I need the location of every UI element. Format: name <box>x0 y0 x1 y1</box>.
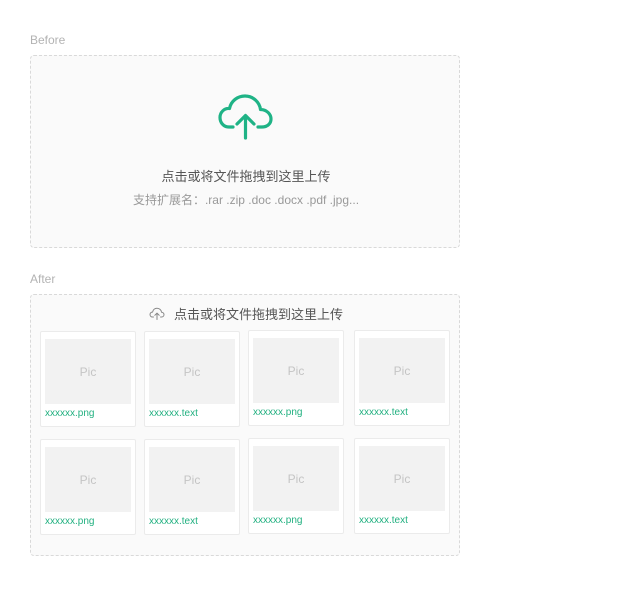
file-card[interactable]: Pic xxxxxx.png <box>248 438 344 534</box>
file-thumbnail: Pic <box>359 338 445 403</box>
upload-trigger[interactable]: 点击或将文件拖拽到这里上传 <box>31 304 461 323</box>
file-thumbnail: Pic <box>359 446 445 511</box>
after-section-label: After <box>30 272 56 286</box>
file-name: xxxxxx.png <box>253 407 303 418</box>
file-name: xxxxxx.text <box>149 516 198 527</box>
file-name: xxxxxx.png <box>45 516 95 527</box>
file-name: xxxxxx.png <box>45 408 95 419</box>
file-thumbnail: Pic <box>45 339 131 404</box>
file-thumbnail: Pic <box>253 338 339 403</box>
file-name: xxxxxx.text <box>359 407 408 418</box>
upload-prompt: 点击或将文件拖拽到这里上传 <box>161 169 331 184</box>
before-section-label: Before <box>30 33 66 47</box>
file-thumbnail: Pic <box>253 446 339 511</box>
supported-extensions-hint: 支持扩展名：.rar .zip .doc .docx .pdf .jpg... <box>132 193 360 207</box>
file-card[interactable]: Pic xxxxxx.text <box>144 331 240 427</box>
cloud-upload-icon <box>149 307 165 320</box>
file-name: xxxxxx.text <box>149 408 198 419</box>
file-card[interactable]: Pic xxxxxx.text <box>354 330 450 426</box>
cloud-upload-icon <box>218 94 274 145</box>
upload-dropzone-large[interactable]: 点击或将文件拖拽到这里上传 支持扩展名：.rar .zip .doc .docx… <box>30 55 460 248</box>
file-name: xxxxxx.png <box>253 515 303 526</box>
file-card[interactable]: Pic xxxxxx.png <box>40 439 136 535</box>
file-thumbnail: Pic <box>149 339 235 404</box>
upload-dropzone-with-files[interactable]: 点击或将文件拖拽到这里上传 Pic xxxxxx.png Pic xxxxxx.… <box>30 294 460 556</box>
file-card[interactable]: Pic xxxxxx.text <box>144 439 240 535</box>
file-card[interactable]: Pic xxxxxx.png <box>40 331 136 427</box>
file-card[interactable]: Pic xxxxxx.text <box>354 438 450 534</box>
file-name: xxxxxx.text <box>359 515 408 526</box>
file-thumbnail: Pic <box>45 447 131 512</box>
upload-prompt: 点击或将文件拖拽到这里上传 <box>173 307 343 322</box>
file-card[interactable]: Pic xxxxxx.png <box>248 330 344 426</box>
file-thumbnail: Pic <box>149 447 235 512</box>
